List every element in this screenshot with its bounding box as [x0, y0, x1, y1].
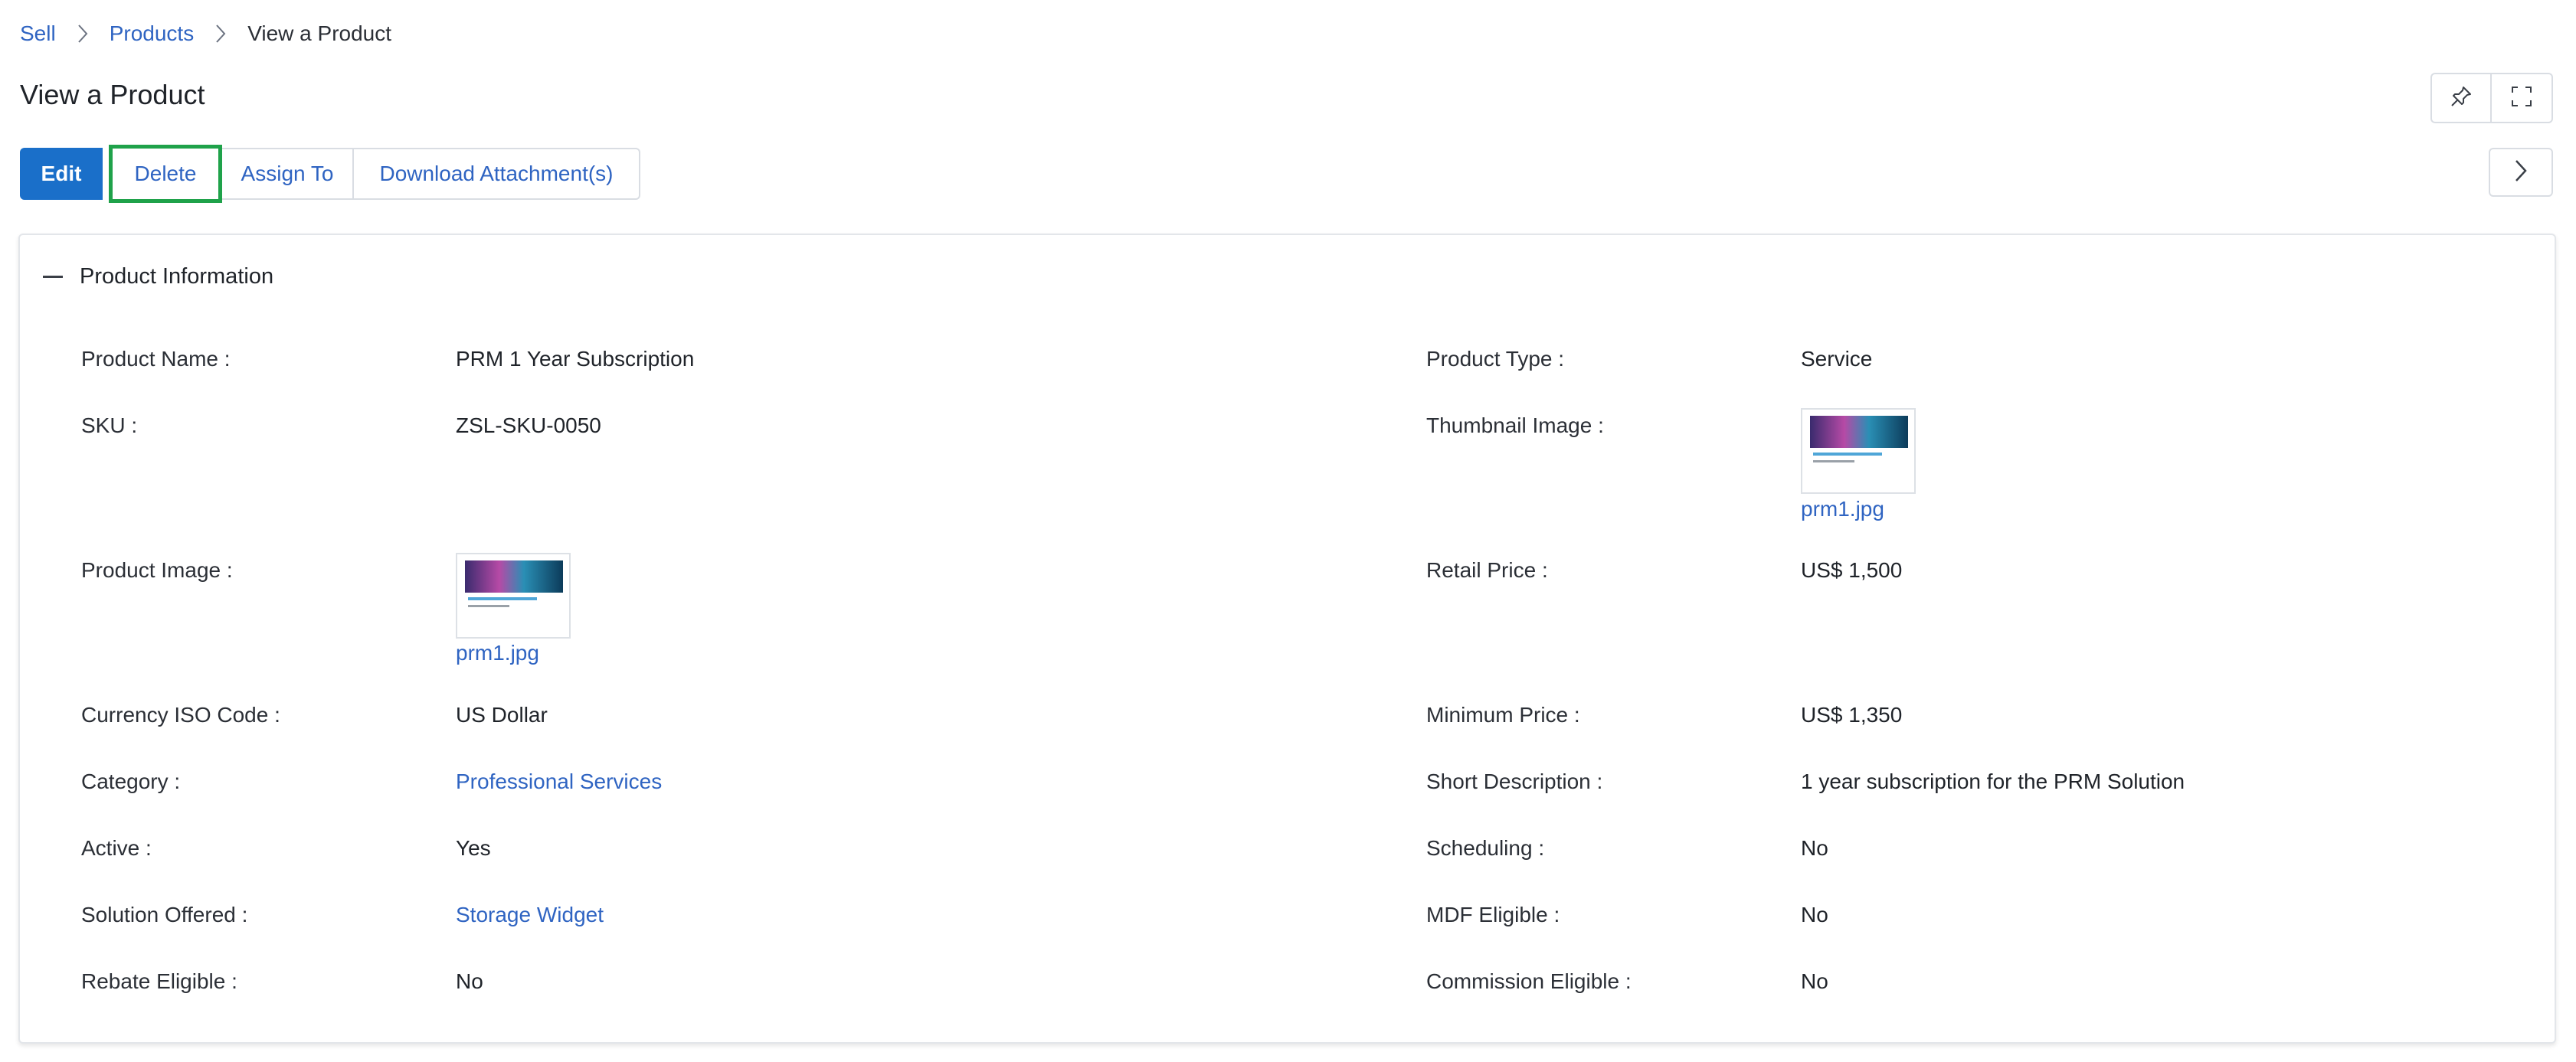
rebate-eligible-value: No	[456, 969, 483, 993]
active-label: Active :	[81, 836, 152, 860]
category-label: Category :	[81, 770, 181, 793]
chevron-right-icon	[2513, 158, 2529, 187]
sku-value: ZSL-SKU-0050	[456, 413, 601, 437]
assign-to-button[interactable]: Assign To	[222, 148, 354, 200]
breadcrumb: Sell Products View a Product	[20, 18, 391, 49]
expand-icon	[2510, 85, 2533, 112]
product-name-label: Product Name :	[81, 347, 231, 371]
sku-label: SKU :	[81, 413, 138, 437]
fullscreen-button[interactable]	[2492, 73, 2553, 123]
thumbnail-image-preview[interactable]	[1801, 408, 1916, 494]
mdf-eligible-value: No	[1801, 903, 1828, 926]
delete-button[interactable]: Delete	[109, 145, 222, 203]
panel-title: Product Information	[80, 264, 274, 289]
thumbnail-image-label: Thumbnail Image :	[1426, 413, 1604, 437]
scheduling-label: Scheduling :	[1426, 836, 1545, 860]
product-image-caption-line	[468, 605, 509, 607]
product-information-panel: Product Information Product Name : PRM 1…	[18, 234, 2556, 1044]
product-image-label: Product Image :	[81, 558, 233, 582]
breadcrumb-current: View a Product	[247, 21, 392, 45]
commission-eligible-value: No	[1801, 969, 1828, 993]
minimum-price-value: US$ 1,350	[1801, 703, 1903, 727]
minus-icon	[43, 276, 63, 278]
currency-label: Currency ISO Code :	[81, 703, 280, 727]
retail-price-label: Retail Price :	[1426, 558, 1548, 582]
product-image-preview[interactable]	[456, 553, 571, 639]
chevron-right-icon	[56, 23, 110, 44]
product-image-caption-line	[468, 597, 537, 600]
thumbnail-image-graphic	[1810, 416, 1908, 448]
solution-offered-label: Solution Offered :	[81, 903, 248, 926]
page-title: View a Product	[20, 79, 205, 110]
product-image-link[interactable]: prm1.jpg	[456, 639, 539, 667]
next-record-button[interactable]	[2489, 148, 2553, 197]
category-link[interactable]: Professional Services	[456, 768, 662, 796]
scheduling-value: No	[1801, 836, 1828, 860]
download-attachments-button[interactable]: Download Attachment(s)	[354, 148, 640, 200]
solution-offered-link[interactable]: Storage Widget	[456, 901, 604, 929]
breadcrumb-sell[interactable]: Sell	[20, 21, 56, 46]
panel-header[interactable]: Product Information	[43, 264, 273, 289]
short-description-label: Short Description :	[1426, 770, 1603, 793]
pin-button[interactable]	[2430, 73, 2492, 123]
product-name-value: PRM 1 Year Subscription	[456, 347, 695, 371]
currency-value: US Dollar	[456, 703, 548, 727]
commission-eligible-label: Commission Eligible :	[1426, 969, 1632, 993]
edit-button[interactable]: Edit	[20, 148, 103, 200]
short-description-value: 1 year subscription for the PRM Solution	[1801, 770, 2185, 793]
top-actions	[2430, 73, 2553, 123]
thumbnail-caption-line	[1813, 453, 1882, 456]
product-image-graphic	[465, 560, 563, 593]
rebate-eligible-label: Rebate Eligible :	[81, 969, 237, 993]
pin-icon	[2450, 85, 2473, 112]
thumbnail-caption-line	[1813, 460, 1854, 462]
active-value: Yes	[456, 836, 491, 860]
product-type-value: Service	[1801, 347, 1873, 371]
minimum-price-label: Minimum Price :	[1426, 703, 1580, 727]
action-toolbar: Edit Delete Assign To Download Attachmen…	[20, 145, 640, 203]
chevron-right-icon	[194, 23, 247, 44]
thumbnail-image-link[interactable]: prm1.jpg	[1801, 495, 1884, 523]
mdf-eligible-label: MDF Eligible :	[1426, 903, 1560, 926]
retail-price-value: US$ 1,500	[1801, 558, 1903, 582]
breadcrumb-products[interactable]: Products	[110, 21, 195, 46]
product-type-label: Product Type :	[1426, 347, 1565, 371]
